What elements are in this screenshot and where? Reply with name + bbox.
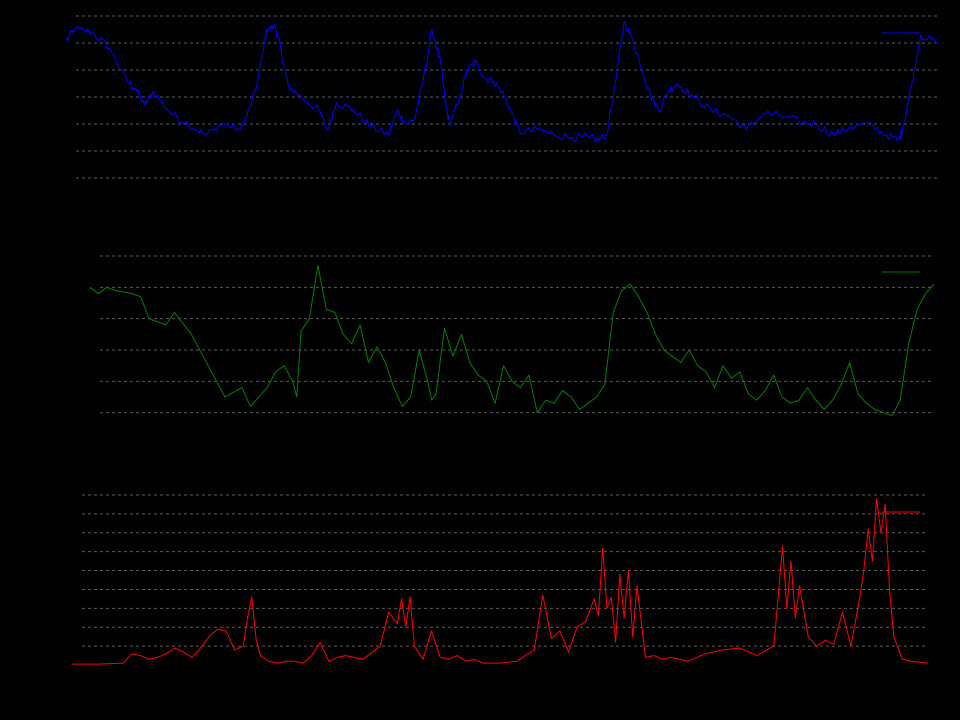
- chart-2-series-line: [89, 264, 935, 417]
- chart-panel-2: [89, 255, 935, 417]
- figure: [65, 15, 939, 665]
- chart-1-gridlines: [76, 15, 938, 179]
- chart-2-series: [89, 264, 935, 417]
- chart-panel-3: [72, 494, 929, 665]
- chart-3-series-line: [72, 498, 929, 665]
- chart-panel-1: [65, 15, 939, 179]
- chart-3-gridlines: [82, 494, 928, 647]
- chart-3-series: [72, 498, 929, 665]
